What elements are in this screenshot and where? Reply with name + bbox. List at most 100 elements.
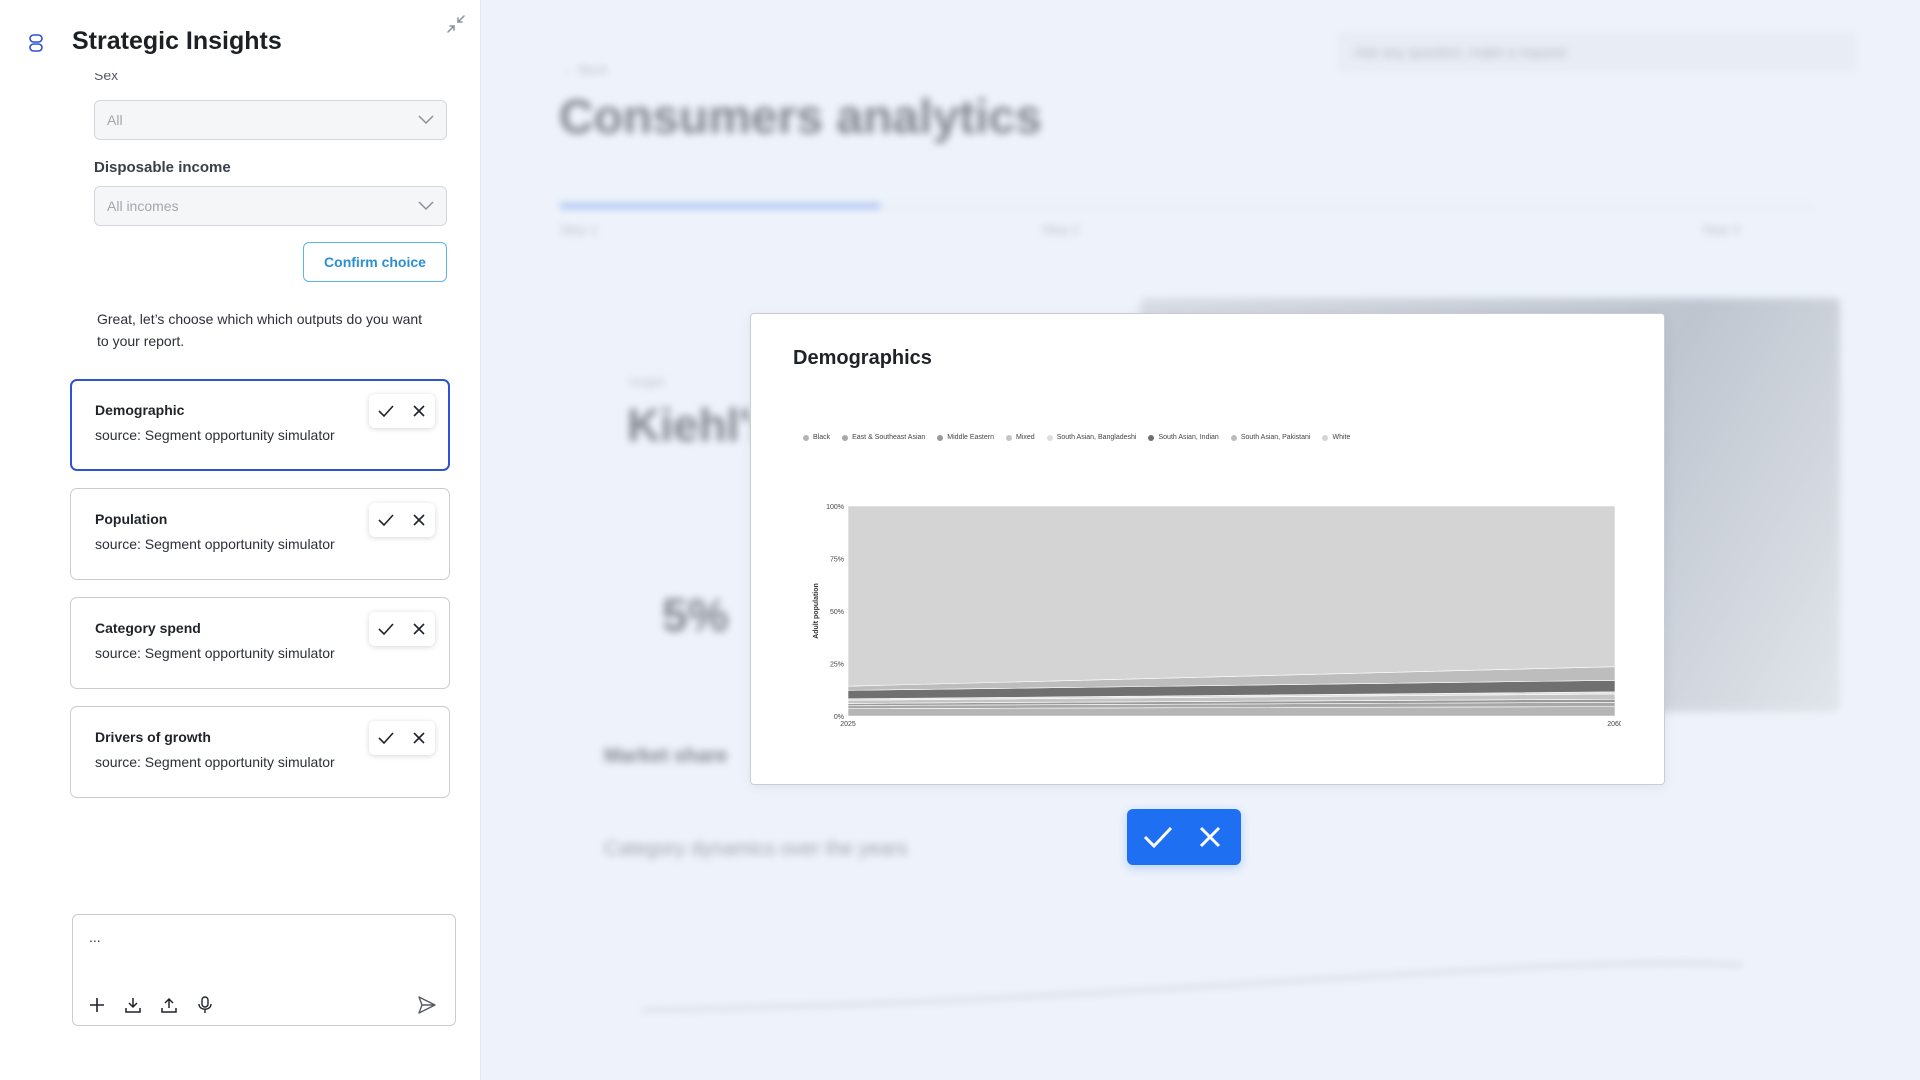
legend-item: Black bbox=[803, 434, 830, 441]
collapse-icon bbox=[447, 15, 465, 33]
collapse-panel-button[interactable] bbox=[444, 12, 468, 36]
card-actions bbox=[369, 721, 435, 755]
y-tick-label: 0% bbox=[834, 714, 844, 721]
legend-item: South Asian, Indian bbox=[1148, 434, 1219, 441]
section-subtitle: Category dynamics over the years bbox=[604, 838, 908, 860]
microphone-icon bbox=[198, 996, 212, 1013]
area-series bbox=[847, 505, 1616, 687]
legend-label: South Asian, Indian bbox=[1158, 434, 1219, 441]
assistant-message: Great, let’s choose which which outputs … bbox=[97, 311, 423, 349]
step-label[interactable]: Step 3 bbox=[1702, 222, 1740, 237]
background-line-chart bbox=[642, 962, 1742, 1011]
send-button[interactable] bbox=[415, 993, 439, 1017]
step-label[interactable]: Step 1 bbox=[560, 222, 598, 237]
check-icon bbox=[1144, 826, 1173, 848]
output-card-population[interactable]: Population source: Segment opportunity s… bbox=[70, 488, 450, 580]
microphone-button[interactable] bbox=[193, 993, 217, 1017]
card-source: source: Segment opportunity simulator bbox=[95, 536, 335, 552]
plus-icon bbox=[90, 998, 104, 1012]
chart-preview-modal: Demographics Black East & Southeast Asian… bbox=[750, 313, 1665, 785]
key-stat: 5% bbox=[662, 589, 729, 641]
legend-item: East & Southeast Asian bbox=[842, 434, 925, 441]
legend-item: Middle Eastern bbox=[937, 434, 994, 441]
legend-swatch bbox=[1230, 434, 1237, 441]
reject-chart-button[interactable] bbox=[1190, 817, 1230, 857]
card-title: Category spend bbox=[95, 620, 201, 636]
select-value: All bbox=[107, 112, 123, 128]
reject-button[interactable] bbox=[407, 726, 431, 750]
legend-label: South Asian, Bangladeshi bbox=[1056, 434, 1137, 441]
add-button[interactable] bbox=[85, 993, 109, 1017]
accept-button[interactable] bbox=[374, 399, 398, 423]
download-button[interactable] bbox=[121, 993, 145, 1017]
card-source: source: Segment opportunity simulator bbox=[95, 754, 335, 770]
decision-bar bbox=[1127, 809, 1241, 865]
page-title: Consumers analytics bbox=[559, 91, 1042, 144]
income-select[interactable]: All incomes bbox=[94, 186, 447, 226]
accept-button[interactable] bbox=[374, 726, 398, 750]
step-label[interactable]: Step 2 bbox=[1042, 222, 1080, 237]
confirm-choice-button[interactable]: Confirm choice bbox=[303, 242, 447, 282]
check-icon bbox=[377, 732, 394, 744]
demographics-area-chart: 0% 25% 50% 75% 100% 2025 2060 Adult population bbox=[813, 504, 1621, 728]
card-title: Demographic bbox=[95, 402, 185, 418]
output-card-category-spend[interactable]: Category spend source: Segment opportuni… bbox=[70, 597, 450, 689]
legend-swatch bbox=[842, 434, 849, 441]
legend-item: South Asian, Bangladeshi bbox=[1046, 434, 1137, 441]
legend-label: Middle Eastern bbox=[947, 434, 994, 441]
income-field-label: Disposable income bbox=[94, 159, 231, 176]
section-title: Market share bbox=[604, 745, 728, 767]
chat-input-text[interactable]: ... bbox=[89, 929, 101, 945]
global-search-input[interactable]: Ask any question, make a request bbox=[1337, 32, 1857, 72]
sex-field-label: Sex bbox=[94, 73, 119, 83]
download-icon bbox=[125, 998, 141, 1013]
accept-chart-button[interactable] bbox=[1138, 817, 1178, 857]
legend-label: Black bbox=[813, 434, 831, 441]
progress-fill bbox=[560, 204, 880, 208]
y-tick-label: 100% bbox=[826, 504, 844, 511]
close-icon bbox=[412, 405, 425, 417]
close-icon bbox=[412, 623, 425, 635]
y-tick-label: 75% bbox=[830, 557, 844, 564]
accept-button[interactable] bbox=[374, 508, 398, 532]
y-tick-label: 25% bbox=[830, 662, 844, 669]
card-actions bbox=[369, 503, 435, 537]
legend-item: White bbox=[1322, 434, 1350, 441]
insight-kicker: Insight bbox=[629, 375, 665, 389]
breadcrumb[interactable]: ← Back bbox=[562, 62, 608, 77]
reject-button[interactable] bbox=[407, 508, 431, 532]
output-card-demographic[interactable]: Demographic source: Segment opportunity … bbox=[70, 379, 450, 471]
card-source: source: Segment opportunity simulator bbox=[95, 427, 335, 443]
sex-select[interactable]: All bbox=[94, 100, 447, 140]
chat-input[interactable]: ... bbox=[72, 914, 456, 1026]
x-tick-label: 2025 bbox=[840, 721, 856, 728]
legend-item: Mixed bbox=[1006, 434, 1035, 441]
legend-label: East & Southeast Asian bbox=[852, 434, 926, 441]
accept-button[interactable] bbox=[374, 617, 398, 641]
chat-toolbar bbox=[85, 993, 217, 1017]
chart-legend: Black East & Southeast Asian Middle Easter… bbox=[803, 434, 1350, 441]
close-icon bbox=[412, 514, 425, 526]
close-icon bbox=[412, 732, 425, 744]
chevron-down-icon bbox=[418, 201, 434, 211]
y-axis-label: Adult population bbox=[813, 583, 820, 639]
reject-button[interactable] bbox=[407, 617, 431, 641]
legend-item: South Asian, Pakistani bbox=[1230, 434, 1310, 441]
card-actions bbox=[369, 394, 435, 428]
reject-button[interactable] bbox=[407, 399, 431, 423]
card-source: source: Segment opportunity simulator bbox=[95, 645, 335, 661]
legend-label: White bbox=[1332, 434, 1351, 441]
card-title: Population bbox=[95, 511, 168, 527]
send-icon bbox=[418, 996, 436, 1014]
assistant-panel: Strategic Insights Sex All Disposable in… bbox=[0, 0, 481, 1080]
legend-swatch bbox=[1322, 434, 1329, 441]
upload-button[interactable] bbox=[157, 993, 181, 1017]
y-tick-label: 50% bbox=[830, 609, 844, 616]
check-icon bbox=[377, 405, 394, 417]
legend-swatch bbox=[1046, 434, 1053, 441]
modal-title: Demographics bbox=[793, 347, 932, 369]
legend-label: Mixed bbox=[1016, 434, 1035, 441]
output-card-drivers-of-growth[interactable]: Drivers of growth source: Segment opport… bbox=[70, 706, 450, 798]
legend-swatch bbox=[1006, 434, 1012, 441]
legend-swatch bbox=[937, 434, 944, 441]
